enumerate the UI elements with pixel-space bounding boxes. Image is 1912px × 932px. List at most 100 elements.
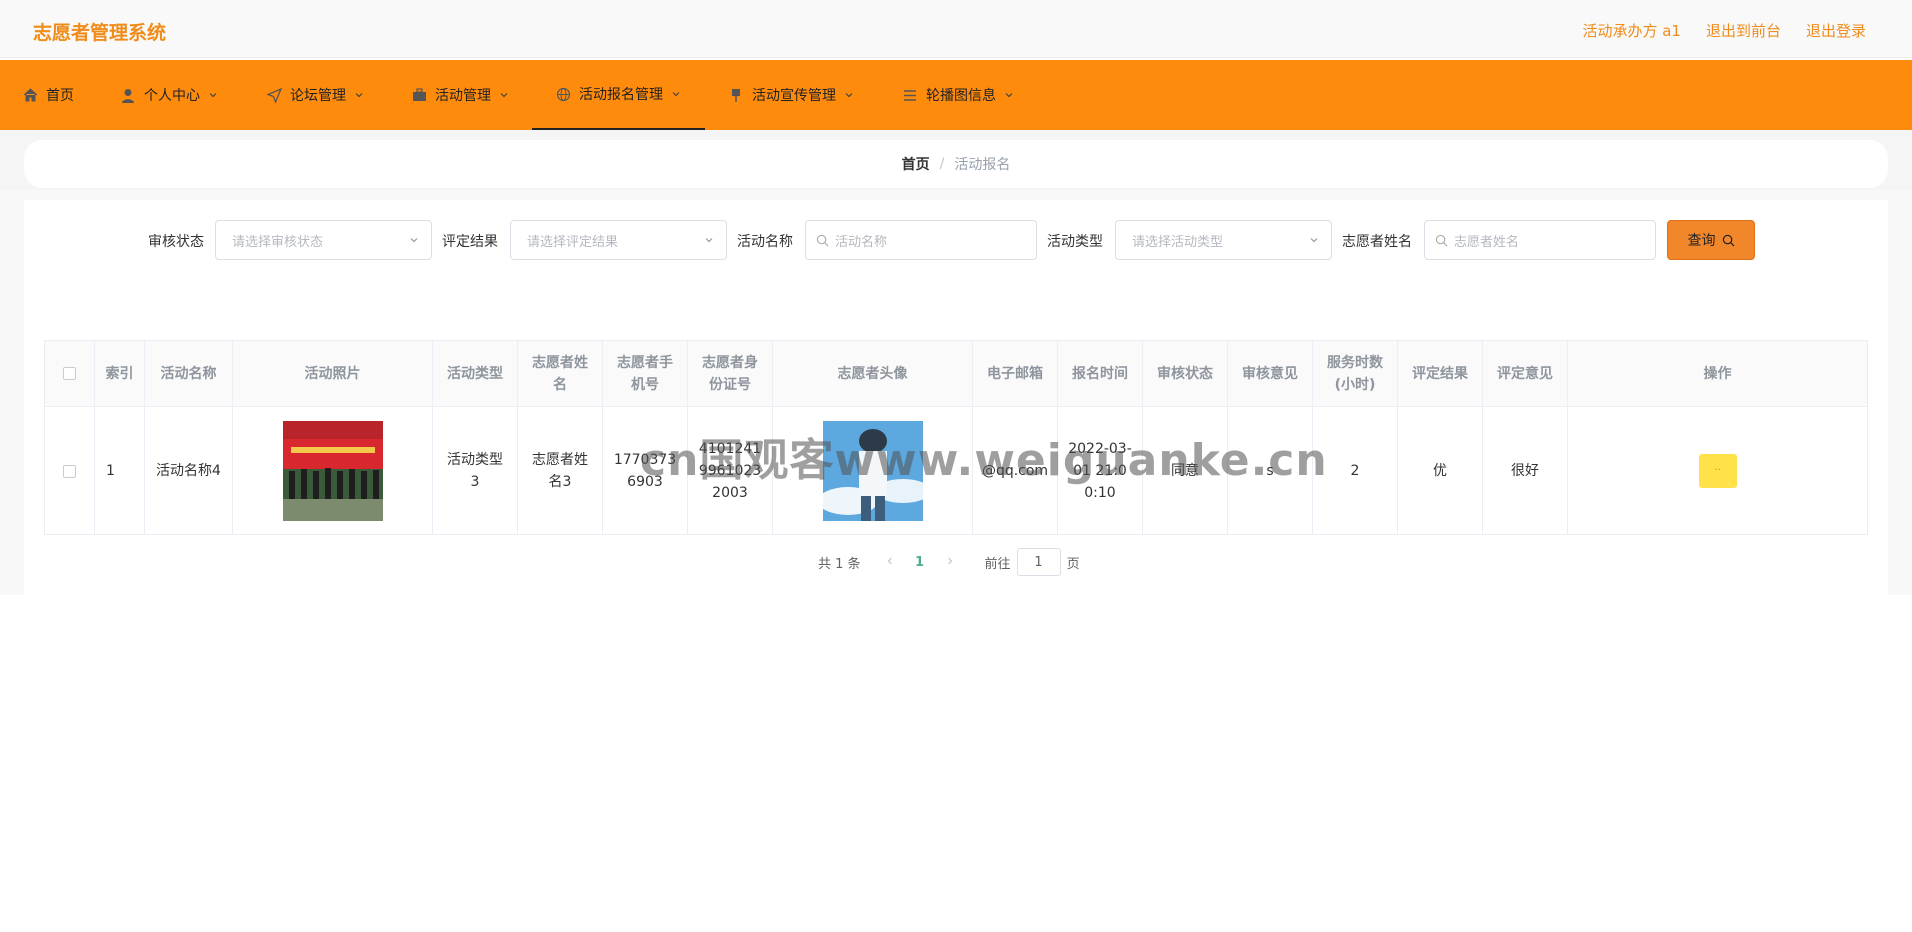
top-bar: 志愿者管理系统 活动承办方 a1 退出到前台 退出登录 xyxy=(0,0,1912,58)
prev-page-button[interactable] xyxy=(879,555,901,570)
goto-label: 前往 xyxy=(984,556,1011,572)
audit-status-placeholder: 请选择审核状态 xyxy=(232,234,324,250)
breadcrumb: 首页 / 活动报名 xyxy=(24,140,1888,188)
breadcrumb-separator: / xyxy=(939,156,945,172)
chevron-down-icon xyxy=(410,238,418,243)
row-checkbox[interactable] xyxy=(63,464,76,478)
main-nav: 首页 个人中心 论坛管理 活动管理 活动报名管理 活动宣传管理 轮播图信息 xyxy=(0,60,1912,130)
header-volunteer-avatar: 志愿者头像 xyxy=(773,341,973,407)
header-audit-status: 审核状态 xyxy=(1143,341,1228,407)
header-activity-name: 活动名称 xyxy=(145,341,233,407)
user-icon xyxy=(120,87,136,103)
pagination-total: 共 1 条 xyxy=(818,556,861,572)
header-eval-opinion: 评定意见 xyxy=(1483,341,1568,407)
volunteer-name-input[interactable]: 志愿者姓名 xyxy=(1424,220,1656,260)
action-button-label: ·· xyxy=(1714,465,1721,476)
chevron-down-icon xyxy=(1310,238,1318,243)
cell-eval-opinion: 很好 xyxy=(1483,407,1568,535)
chevron-down-icon xyxy=(500,93,508,98)
select-all-checkbox[interactable] xyxy=(63,367,76,380)
header-service-hours: 服务时数(小时) xyxy=(1313,341,1398,407)
cell-actions: ·· xyxy=(1568,407,1867,535)
volunteer-name-label: 志愿者姓名 xyxy=(1342,234,1412,250)
home-icon xyxy=(22,87,38,103)
header-volunteer-id: 志愿者身份证号 xyxy=(688,341,773,407)
header-volunteer-name: 志愿者姓名 xyxy=(518,341,603,407)
nav-label: 活动报名管理 xyxy=(579,87,663,103)
search-icon xyxy=(1722,234,1734,246)
list-icon xyxy=(902,87,918,103)
activity-type-label: 活动类型 xyxy=(1047,234,1103,250)
nav-item-home[interactable]: 首页 xyxy=(22,60,74,130)
cell-activity-name: 活动名称4 xyxy=(145,407,233,535)
nav-item-promotion[interactable]: 活动宣传管理 xyxy=(728,60,854,130)
search-button[interactable]: 查询 xyxy=(1667,220,1755,260)
nav-item-carousel[interactable]: 轮播图信息 xyxy=(902,60,1014,130)
activity-name-placeholder: 活动名称 xyxy=(835,234,888,250)
logout-link[interactable]: 退出登录 xyxy=(1806,20,1866,41)
audit-status-select[interactable]: 请选择审核状态 xyxy=(215,220,432,260)
header-audit-opinion: 审核意见 xyxy=(1228,341,1313,407)
user-label[interactable]: 活动承办方 a1 xyxy=(1582,20,1681,41)
activity-name-label: 活动名称 xyxy=(737,234,793,250)
activity-type-placeholder: 请选择活动类型 xyxy=(1132,234,1224,250)
header-eval-result: 评定结果 xyxy=(1398,341,1483,407)
activity-type-select[interactable]: 请选择活动类型 xyxy=(1115,220,1332,260)
next-page-button[interactable] xyxy=(939,555,961,570)
header-actions: 操作 xyxy=(1568,341,1867,407)
top-actions: 活动承办方 a1 退出到前台 退出登录 xyxy=(1582,20,1866,41)
activity-name-input[interactable]: 活动名称 xyxy=(805,220,1037,260)
eval-result-placeholder: 请选择评定结果 xyxy=(527,234,619,250)
chevron-down-icon xyxy=(845,93,853,98)
row-select[interactable] xyxy=(45,407,95,535)
header-signup-time: 报名时间 xyxy=(1058,341,1143,407)
nav-label: 活动管理 xyxy=(435,88,491,104)
header-activity-type: 活动类型 xyxy=(433,341,518,407)
chevron-down-icon xyxy=(1005,93,1013,98)
chevron-down-icon xyxy=(705,238,713,243)
watermark: cn国观客www.weiguanke.cn xyxy=(640,435,1328,486)
nav-label: 论坛管理 xyxy=(290,88,346,104)
cell-volunteer-name: 志愿者姓名3 xyxy=(518,407,603,535)
nav-label: 活动宣传管理 xyxy=(752,88,836,104)
audit-status-label: 审核状态 xyxy=(148,234,204,250)
header-activity-photo: 活动照片 xyxy=(233,341,433,407)
breadcrumb-current: 活动报名 xyxy=(954,157,1011,173)
nav-item-forum[interactable]: 论坛管理 xyxy=(266,60,364,130)
pagination: 共 1 条 1 前往 1 页 xyxy=(818,548,1080,576)
front-link[interactable]: 退出到前台 xyxy=(1706,20,1781,41)
nav-item-activity[interactable]: 活动管理 xyxy=(411,60,509,130)
header-email: 电子邮箱 xyxy=(973,341,1058,407)
volunteer-name-placeholder: 志愿者姓名 xyxy=(1454,234,1520,250)
header-select-all[interactable] xyxy=(45,341,95,407)
page-suffix: 页 xyxy=(1066,556,1080,572)
eval-result-select[interactable]: 请选择评定结果 xyxy=(510,220,727,260)
activity-photo-image xyxy=(282,421,383,521)
nav-item-personal[interactable]: 个人中心 xyxy=(120,60,218,130)
nav-label: 个人中心 xyxy=(144,88,200,104)
eval-result-label: 评定结果 xyxy=(442,234,498,250)
header-index: 索引 xyxy=(95,341,145,407)
header-volunteer-phone: 志愿者手机号 xyxy=(603,341,688,407)
search-button-label: 查询 xyxy=(1687,233,1716,249)
cell-activity-photo xyxy=(233,407,433,535)
action-button[interactable]: ·· xyxy=(1698,454,1737,488)
chevron-down-icon xyxy=(355,93,363,98)
search-icon xyxy=(816,234,829,246)
chevron-left-icon xyxy=(887,557,892,564)
breadcrumb-home[interactable]: 首页 xyxy=(902,154,930,174)
page-number-current[interactable]: 1 xyxy=(901,555,939,570)
nav-label: 轮播图信息 xyxy=(926,88,996,104)
search-icon xyxy=(1435,234,1448,246)
cell-eval-result: 优 xyxy=(1398,407,1483,535)
chevron-right-icon xyxy=(947,557,952,564)
chevron-down-icon xyxy=(209,93,217,98)
app-title: 志愿者管理系统 xyxy=(33,22,167,44)
pin-icon xyxy=(728,87,744,103)
nav-item-signup[interactable]: 活动报名管理 xyxy=(532,60,705,130)
chevron-down-icon xyxy=(672,92,680,97)
send-icon xyxy=(266,87,282,103)
goto-page-input[interactable]: 1 xyxy=(1016,548,1061,576)
cell-activity-type: 活动类型3 xyxy=(433,407,518,535)
globe-icon xyxy=(555,86,571,102)
